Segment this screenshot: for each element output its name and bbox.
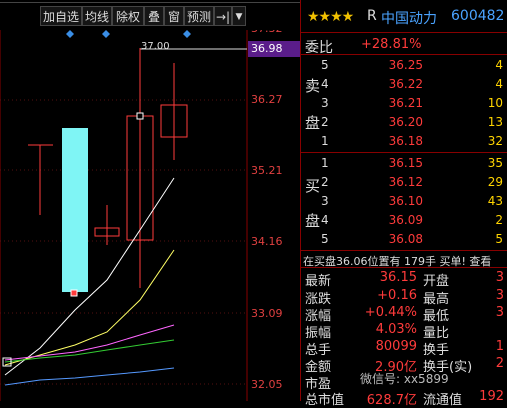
add-watchlist-button[interactable]: 加自选 xyxy=(40,6,82,26)
quote-row: 总市值 628.7亿 流通值 192 xyxy=(305,389,504,408)
quote-row: 振幅 4.03% 量比 xyxy=(305,322,450,341)
chart-toolbar: 加自选 均线 除权 叠 窗 预测 →| ▼ xyxy=(0,0,300,30)
stock-code[interactable]: 600482 xyxy=(451,8,504,24)
rating-stars-icon: ★★★★ xyxy=(307,9,354,25)
candle-2 xyxy=(62,128,88,297)
forecast-button[interactable]: 预测 xyxy=(184,6,214,26)
candle-1 xyxy=(28,144,53,215)
axis-label: 36.27 xyxy=(251,93,283,106)
quote-row: 最新 36.15 开盘 3 xyxy=(305,270,504,289)
sell-row[interactable]: 3 36.21 10 xyxy=(301,94,507,112)
window-button[interactable]: 窗 xyxy=(164,6,184,26)
buy-row[interactable]: 1 36.15 35 xyxy=(301,154,507,172)
buy-row[interactable]: 5 36.08 5 xyxy=(301,230,507,248)
jump-end-icon[interactable]: →| xyxy=(214,6,232,26)
quote-row: 总手 80099 换手 1 xyxy=(305,339,504,358)
buy-row[interactable]: 4 36.09 2 xyxy=(301,211,507,229)
buy-row[interactable]: 2 36.12 29 xyxy=(301,173,507,191)
moving-average-button[interactable]: 均线 xyxy=(82,6,112,26)
current-price-highlight: 36.98 xyxy=(248,41,300,57)
axis-label: 32.05 xyxy=(251,378,283,391)
candle-3 xyxy=(94,205,120,245)
quote-panel: ★★★★ R 中国动力 600482 委比 +28.81% 卖 盘 5 36.25… xyxy=(300,0,507,408)
axis-label: 35.21 xyxy=(251,164,283,177)
peak-price-label: 37.00 xyxy=(141,41,170,52)
ex-rights-button[interactable]: 除权 xyxy=(112,6,144,26)
quote-row: 涨跌 +0.16 最高 3 xyxy=(305,288,504,307)
sell-row[interactable]: 1 36.18 32 xyxy=(301,132,507,150)
dropdown-icon[interactable]: ▼ xyxy=(232,6,246,26)
stock-name[interactable]: 中国动力 xyxy=(381,8,437,28)
axis-label: 33.09 xyxy=(251,307,283,320)
quote-row: 涨幅 +0.44% 最低 3 xyxy=(305,305,504,324)
buy-row[interactable]: 3 36.10 43 xyxy=(301,192,507,210)
kline-chart[interactable]: 37.00 36.98 37.32 36.27 35.21 34.16 33.0… xyxy=(0,0,300,401)
candle-5 xyxy=(160,63,188,160)
weibi-value: +28.81% xyxy=(361,37,422,52)
sell-row[interactable]: 2 36.20 13 xyxy=(301,113,507,131)
wechat-watermark: 微信号: xx5899 xyxy=(360,372,449,386)
sell-row[interactable]: 5 36.25 4 xyxy=(301,56,507,74)
axis-label: 34.16 xyxy=(251,235,283,248)
overlay-button[interactable]: 叠 xyxy=(144,6,164,26)
stock-header: ★★★★ R 中国动力 600482 xyxy=(301,6,507,30)
candle-4 xyxy=(126,48,154,288)
sell-row[interactable]: 4 36.22 4 xyxy=(301,75,507,93)
stock-prefix: R xyxy=(367,8,377,24)
